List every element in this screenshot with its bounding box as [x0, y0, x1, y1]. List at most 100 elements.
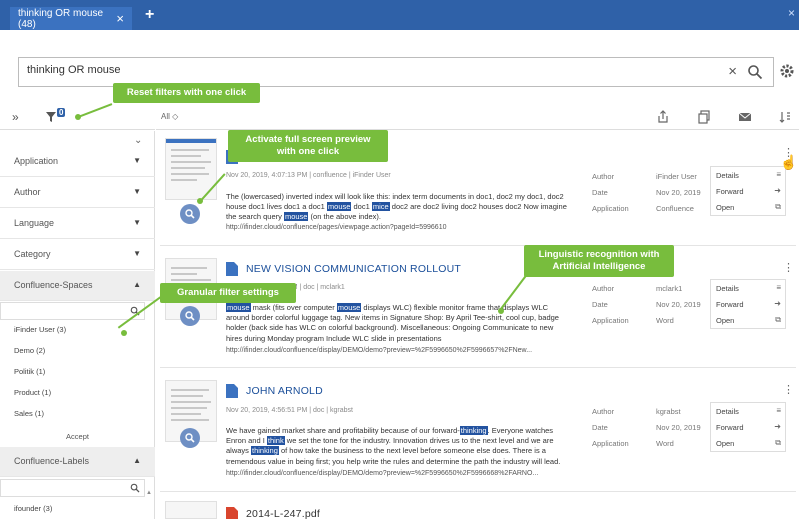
preview-button[interactable]: [180, 428, 200, 448]
sort-selector[interactable]: All ◇: [161, 112, 178, 121]
caret-down-icon: ▼: [133, 218, 141, 227]
date-label: Date: [592, 188, 608, 197]
forward-action[interactable]: Forward ➜: [711, 419, 785, 435]
share-icon[interactable]: [656, 110, 670, 124]
callout-full-screen-preview: Activate full screen preview with one cl…: [228, 130, 388, 162]
forward-action[interactable]: Forward ➜: [711, 183, 785, 199]
open-action[interactable]: Open ⧉: [711, 312, 785, 328]
filter-sidebar: ⌄ Application ▼ Author ▼ Language ▼ Categor…: [0, 131, 155, 519]
facet-confluence-labels[interactable]: Confluence-Labels ▲: [0, 447, 155, 477]
gear-icon[interactable]: [779, 63, 795, 79]
chevron-down-icon[interactable]: ⌄: [134, 135, 142, 146]
date-label: Date: [592, 423, 608, 432]
facet-application[interactable]: Application ▼: [0, 147, 155, 177]
forward-action[interactable]: Forward ➜: [711, 296, 785, 312]
date-value: Nov 20, 2019: [656, 423, 701, 432]
result-title[interactable]: 2014-L-247.pdf: [246, 508, 320, 519]
date-value: Nov 20, 2019: [656, 188, 701, 197]
arrow-right-icon: ➜: [774, 299, 781, 308]
filter-count-badge: 0: [57, 108, 66, 117]
facet-value[interactable]: Demo (2): [14, 346, 45, 355]
magnifier-icon: [185, 209, 195, 219]
highlight: mouse: [283, 212, 309, 222]
accept-button[interactable]: Accept: [0, 432, 155, 441]
result-title[interactable]: JOHN ARNOLD: [246, 385, 323, 397]
more-icon[interactable]: ⋮: [783, 383, 794, 396]
facet-value[interactable]: iFinder User (3): [14, 325, 66, 334]
result-url[interactable]: http://ifinder.cloud/confluence/display/…: [226, 470, 538, 477]
clear-icon[interactable]: ×: [728, 63, 737, 80]
result-snippet: We have gained market share and profitab…: [226, 426, 561, 466]
arrow-right-icon: ➜: [774, 186, 781, 195]
open-action[interactable]: Open ⧉: [711, 435, 785, 451]
list-icon: ≡: [776, 170, 781, 179]
expand-icon[interactable]: »: [12, 110, 19, 124]
document-thumbnail[interactable]: [165, 501, 217, 519]
filter-reset-icon[interactable]: [45, 111, 57, 123]
highlight: think: [266, 436, 285, 446]
details-action[interactable]: Details ≡: [711, 280, 785, 296]
callout-pointer: [498, 308, 504, 314]
caret-down-icon: ▼: [133, 187, 141, 196]
date-value: Nov 20, 2019: [656, 300, 701, 309]
author-value: mclark1: [656, 284, 683, 293]
facet-value[interactable]: ifounder (3): [14, 504, 52, 513]
window-close-icon[interactable]: ×: [788, 6, 795, 20]
result-actions: Details ≡ Forward ➜ Open ⧉: [710, 279, 786, 329]
author-label: Author: [592, 407, 615, 416]
mail-icon[interactable]: [738, 110, 752, 124]
result-card[interactable]: JOHN ARNOLD Nov 20, 2019, 4:56:51 PM | d…: [160, 374, 796, 492]
facet-search-input[interactable]: [0, 302, 145, 320]
facet-value[interactable]: Politik (1): [14, 367, 45, 376]
details-action[interactable]: Details ≡: [711, 403, 785, 419]
author-value: iFinder User: [656, 172, 697, 181]
highlight: mice: [371, 202, 390, 212]
highlight: mouse: [226, 303, 251, 312]
caret-down-icon: ▼: [133, 156, 141, 165]
search-icon[interactable]: [130, 483, 140, 493]
preview-button[interactable]: [180, 306, 200, 326]
date-label: Date: [592, 300, 608, 309]
caret-up-icon: ▲: [133, 280, 141, 289]
tab-bar: thinking OR mouse (48) × + ×: [0, 0, 799, 30]
facet-value[interactable]: Sales (1): [14, 409, 44, 418]
details-action[interactable]: Details ≡: [711, 167, 785, 183]
author-label: Author: [592, 284, 615, 293]
facet-author[interactable]: Author ▼: [0, 178, 155, 208]
facet-language[interactable]: Language ▼: [0, 209, 155, 239]
more-icon[interactable]: ⋮: [783, 261, 794, 274]
search-input[interactable]: [27, 64, 707, 76]
facet-category[interactable]: Category ▼: [0, 240, 155, 270]
author-value: kgrabst: [656, 407, 681, 416]
result-actions: Details ≡ Forward ➜ Open ⧉: [710, 402, 786, 452]
callout-linguistic-recognition: Linguistic recognition with Artificial I…: [524, 245, 674, 277]
open-action[interactable]: Open ⧉: [711, 199, 785, 215]
result-url[interactable]: http://ifinder.cloud/confluence/display/…: [226, 347, 532, 354]
preview-button[interactable]: [180, 204, 200, 224]
tab-search-results[interactable]: thinking OR mouse (48) ×: [10, 7, 132, 30]
result-title[interactable]: NEW VISION COMMUNICATION ROLLOUT: [246, 263, 461, 275]
search-icon[interactable]: [747, 64, 763, 80]
highlight: thinking: [459, 426, 488, 435]
application-label: Application: [592, 439, 629, 448]
sort-icon[interactable]: [778, 110, 792, 124]
results-toolbar: All ◇: [156, 104, 799, 130]
application-label: Application: [592, 204, 629, 213]
result-actions: Details ≡ Forward ➜ Open ⧉: [710, 166, 786, 216]
facet-confluence-spaces[interactable]: Confluence-Spaces ▲: [0, 271, 155, 301]
external-link-icon: ⧉: [775, 438, 781, 447]
copy-icon[interactable]: [697, 110, 711, 124]
highlight: mouse: [326, 202, 352, 212]
external-link-icon: ⧉: [775, 315, 781, 324]
close-icon[interactable]: ×: [116, 12, 124, 25]
highlight: mouse: [336, 303, 362, 312]
add-tab-icon[interactable]: +: [145, 6, 154, 24]
facet-value[interactable]: Product (1): [14, 388, 51, 397]
application-value: Word: [656, 439, 674, 448]
facet-search-input[interactable]: [0, 479, 145, 497]
result-url[interactable]: http://ifinder.cloud/confluence/pages/vi…: [226, 224, 446, 231]
callout-granular-filters: Granular filter settings: [160, 283, 296, 303]
result-card[interactable]: NEW VISION COMMUNICATION ROLLOUT Nov 20,…: [160, 252, 796, 368]
scroll-up-arrow[interactable]: ▲: [146, 490, 152, 496]
result-card[interactable]: 2014-L-247.pdf: [160, 497, 796, 519]
